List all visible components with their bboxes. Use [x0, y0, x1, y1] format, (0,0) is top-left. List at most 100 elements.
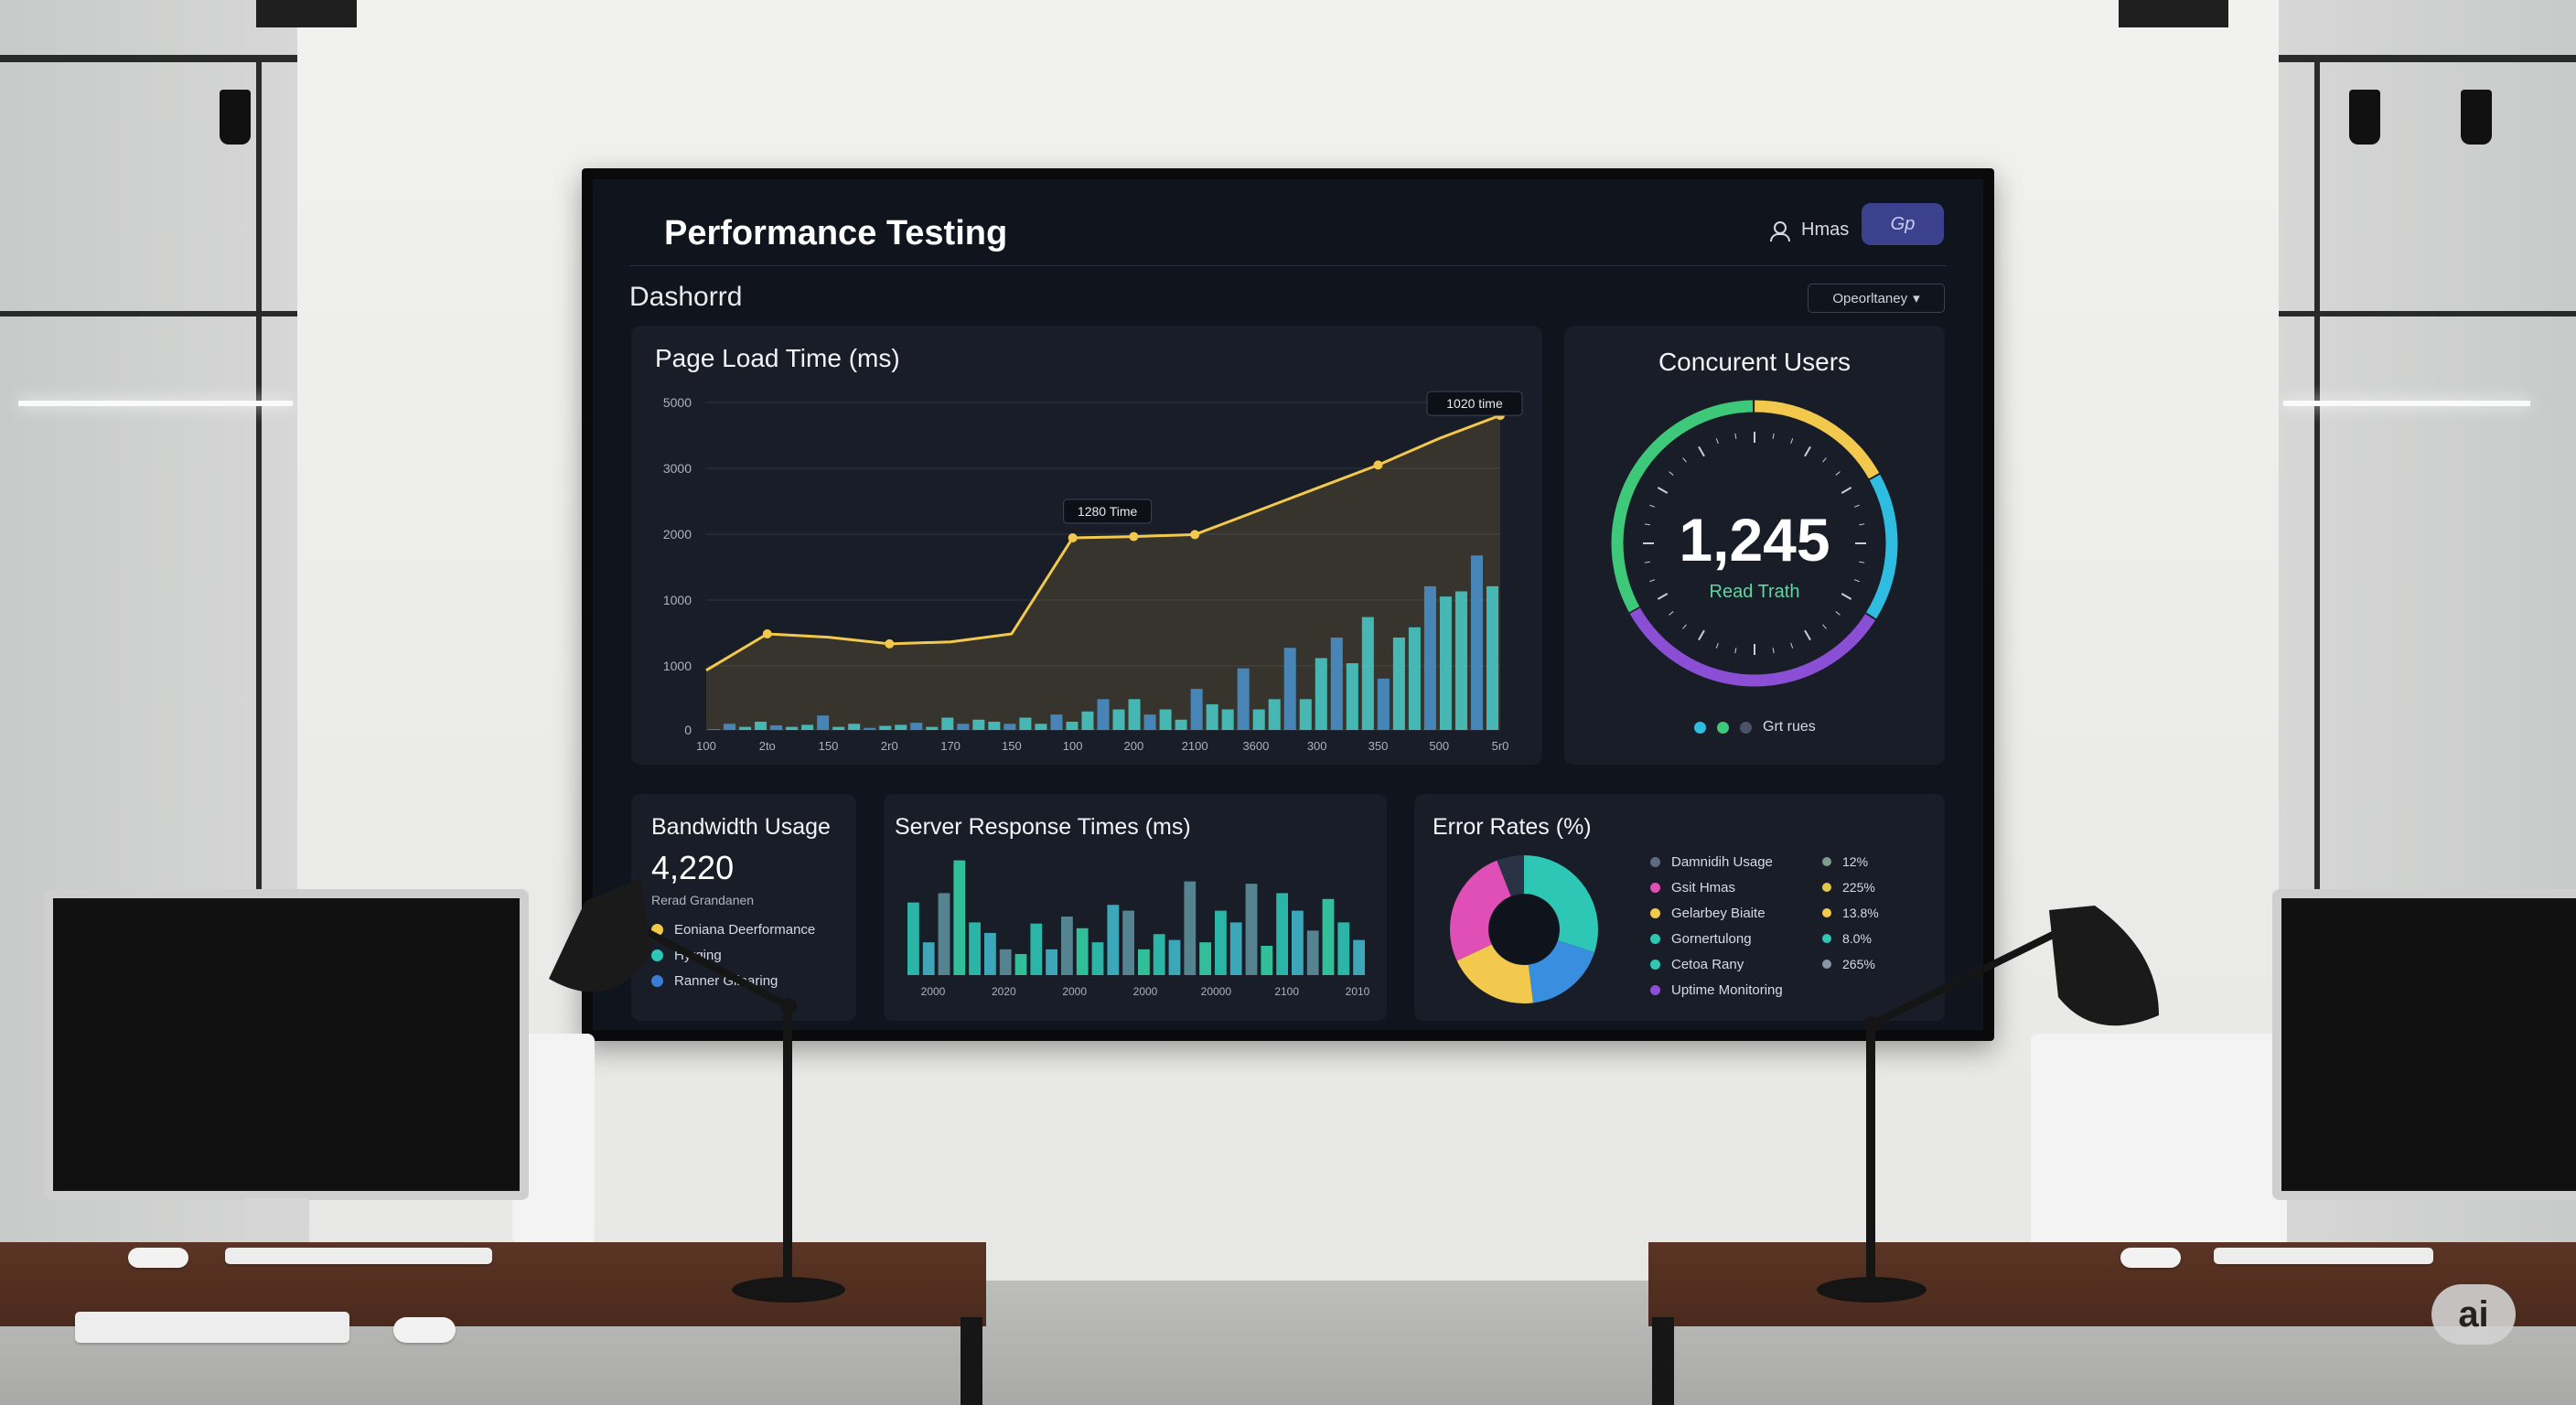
error-legend-value: 12%	[1822, 854, 1868, 869]
line-point	[1129, 531, 1139, 542]
bar	[1091, 942, 1104, 975]
legend-value: 265%	[1842, 957, 1875, 971]
gauge-tick	[1682, 624, 1687, 629]
window-frame	[2279, 311, 2576, 316]
user-icon	[1768, 220, 1790, 241]
bar	[1337, 922, 1350, 975]
legend-dot	[651, 975, 663, 987]
bar	[1076, 928, 1089, 975]
bar	[1168, 939, 1181, 975]
x-tick-label: 500	[1429, 739, 1449, 753]
bar	[953, 860, 966, 975]
user-avatar-button[interactable]: Gp	[1862, 203, 1944, 245]
tooltip-label: 1020 time	[1446, 396, 1503, 411]
bar	[1046, 949, 1057, 975]
desk-leg	[961, 1317, 982, 1405]
error-legend-item: Uptime Monitoring	[1650, 982, 1783, 998]
bar	[969, 922, 981, 975]
bar	[1030, 923, 1043, 975]
legend-dot	[1822, 960, 1831, 969]
page-load-chart: 0 1000 1000 2000 3000 5000 1280 Time 1020 time 1…	[663, 391, 1523, 753]
legend-dot	[1822, 908, 1831, 917]
spotlight	[2349, 90, 2380, 145]
legend-dot	[1650, 960, 1660, 970]
gauge-tick	[1790, 642, 1794, 649]
keyboard	[2214, 1248, 2433, 1264]
legend-dot	[1650, 934, 1660, 944]
x-tick-label: 2r0	[881, 739, 898, 753]
bar	[999, 949, 1012, 975]
gauge-tick	[1835, 471, 1841, 476]
gauge-tick	[1804, 445, 1811, 457]
spotlight	[2461, 90, 2492, 145]
y-tick-label: 5000	[663, 395, 692, 410]
gauge-tick	[1734, 433, 1737, 439]
dropdown-label: Opeorltaney	[1832, 290, 1908, 306]
legend-dot	[1822, 934, 1831, 943]
spotlight	[220, 90, 251, 145]
legend-dot	[651, 924, 663, 936]
tooltip-label: 1280 Time	[1078, 504, 1138, 519]
line-point	[762, 629, 772, 639]
gauge-tick	[1715, 438, 1719, 445]
bar	[1107, 905, 1120, 975]
window-frame	[256, 55, 262, 970]
legend-label: Uptime Monitoring	[1671, 982, 1783, 998]
bar	[1184, 881, 1197, 975]
x-tick-label: 100	[696, 739, 716, 753]
gauge-tick	[1790, 438, 1794, 445]
gauge-tick	[1698, 445, 1705, 457]
section-label: Dashorrd	[629, 282, 743, 312]
gauge-tick	[1669, 471, 1674, 476]
gauge-tick	[1669, 611, 1674, 616]
users-legend: Grt rues	[1694, 719, 1816, 735]
bandwidth-legend-item: Hyrging	[651, 948, 722, 963]
desk-monitor-left	[44, 889, 529, 1200]
bar	[938, 893, 950, 975]
legend-dot	[1650, 985, 1660, 995]
concurrent-users-card: Concurent Users 1,245 Read Trath Grt rue…	[1564, 326, 1945, 765]
error-legend-item: Gsit Hmas	[1650, 880, 1735, 896]
legend-label: Damnidih Usage	[1671, 854, 1773, 870]
x-tick-label: 2100	[1182, 739, 1208, 753]
y-tick-label: 1000	[663, 659, 692, 673]
gauge-tick	[1657, 487, 1669, 494]
desk-leg	[1652, 1317, 1674, 1405]
x-tick-label: 5r0	[1492, 739, 1509, 753]
x-tick-label: 2000	[1062, 985, 1087, 998]
legend-dot	[1694, 721, 1706, 734]
gauge-tick	[1804, 629, 1811, 641]
line-point	[885, 638, 895, 649]
user-menu[interactable]: Hmas	[1768, 220, 1849, 241]
bar	[1122, 910, 1134, 975]
wall-display: Performance Testing Hmas Gp Dashorrd Ope…	[582, 168, 1994, 1041]
gauge-tick	[1822, 624, 1827, 629]
bandwidth-card: Bandwidth Usage 4,220 Rerad Grandanen Eo…	[631, 794, 856, 1021]
legend-dot	[1650, 857, 1660, 867]
error-legend-item: Gelarbey Biaite	[1650, 906, 1766, 921]
bar	[1322, 898, 1335, 975]
bar	[1061, 917, 1073, 975]
x-tick-label: 100	[1063, 739, 1083, 753]
filter-dropdown[interactable]: Opeorltaney ▾	[1808, 284, 1945, 313]
window-frame	[0, 55, 297, 62]
gauge-tick	[1734, 648, 1737, 654]
legend-label: Eoniana Deerformance	[674, 922, 816, 938]
ai-watermark: ai	[2431, 1284, 2516, 1345]
error-legend-item: Damnidih Usage	[1650, 854, 1773, 870]
donut-hole	[1489, 895, 1559, 964]
bar	[1292, 910, 1304, 975]
line-point	[1373, 460, 1383, 470]
bar	[1014, 953, 1027, 975]
gauge-tick	[1682, 457, 1687, 463]
users-caption: Read Trath	[1709, 582, 1800, 602]
dashboard-screen: Performance Testing Hmas Gp Dashorrd Ope…	[593, 179, 1983, 1030]
y-tick-label: 3000	[663, 461, 692, 476]
bar	[1276, 893, 1288, 975]
keyboard	[225, 1248, 492, 1264]
bandwidth-legend-item: Ranner Gilearing	[651, 973, 778, 989]
gauge-tick	[1772, 648, 1775, 654]
error-legend-value: 265%	[1822, 957, 1875, 971]
users-value: 1,245	[1679, 506, 1830, 574]
y-tick-label: 1000	[663, 593, 692, 607]
